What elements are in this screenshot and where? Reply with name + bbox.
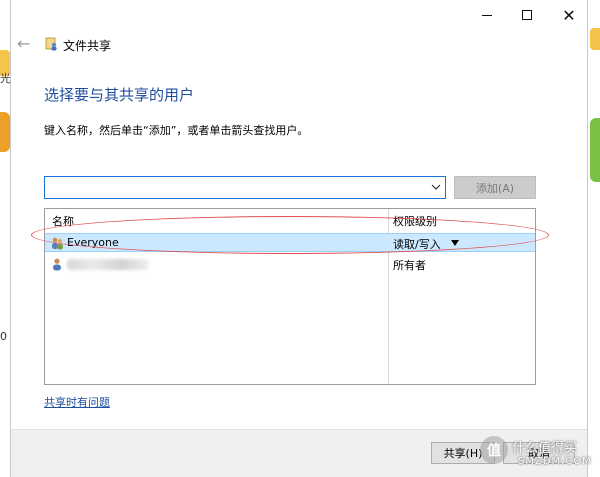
close-button[interactable]: ✕ — [549, 0, 589, 30]
desktop-icon-partial — [590, 118, 600, 182]
add-button[interactable]: 添加(A) — [454, 176, 536, 199]
chevron-down-icon[interactable] — [429, 180, 443, 194]
file-sharing-dialog: ✕ ← 文件共享 选择要与其共享的用户 键入名称，然后单击“添加”，或者单击箭头… — [10, 0, 588, 477]
column-header-name[interactable]: 名称 — [52, 213, 74, 229]
desktop-icon-partial — [0, 112, 10, 152]
permission-level[interactable]: 读取/写入 — [393, 236, 441, 252]
user-name-combobox[interactable] — [44, 176, 446, 199]
desktop-left-edge: 光 0 — [0, 0, 11, 477]
permission-dropdown-arrow-icon[interactable] — [451, 240, 459, 246]
list-row-everyone[interactable]: Everyone 读取/写入 — [45, 233, 535, 252]
desktop-label: 0 — [0, 330, 7, 343]
watermark-text: 什么值得买 — [512, 441, 578, 456]
page-heading: 选择要与其共享的用户 — [44, 86, 195, 104]
dialog-title: 文件共享 — [63, 39, 112, 53]
instruction-text: 键入名称，然后单击“添加”，或者单击箭头查找用户。 — [44, 124, 309, 137]
sharing-help-link[interactable]: 共享时有问题 — [44, 394, 110, 410]
permission-level: 所有者 — [393, 259, 426, 272]
watermark-subtext: SMZDM.COM — [518, 456, 592, 467]
user-name: Everyone — [67, 236, 119, 249]
minimize-button[interactable] — [467, 0, 507, 30]
column-header-permission[interactable]: 权限级别 — [393, 213, 437, 229]
dialog-header: ← 文件共享 — [11, 32, 587, 56]
title-bar: ✕ — [11, 0, 587, 30]
watermark-logo-icon: 值 — [480, 436, 508, 464]
file-share-icon — [45, 37, 57, 51]
list-row-owner[interactable]: 所有者 — [45, 255, 535, 274]
close-icon: ✕ — [562, 5, 576, 25]
maximize-button[interactable] — [507, 0, 547, 30]
users-group-icon — [52, 237, 63, 250]
redacted-user-name — [67, 259, 149, 270]
maximize-icon — [522, 10, 532, 20]
watermark: 值 什么值得买 SMZDM.COM — [478, 430, 600, 477]
desktop-icon-partial — [590, 28, 600, 50]
user-icon — [53, 258, 61, 271]
minimize-icon — [482, 14, 492, 16]
desktop-right-edge — [588, 0, 600, 477]
back-arrow-icon[interactable]: ← — [17, 34, 30, 53]
user-permission-list: 名称 权限级别 Everyone 读取/写入 所有者 — [44, 208, 536, 385]
